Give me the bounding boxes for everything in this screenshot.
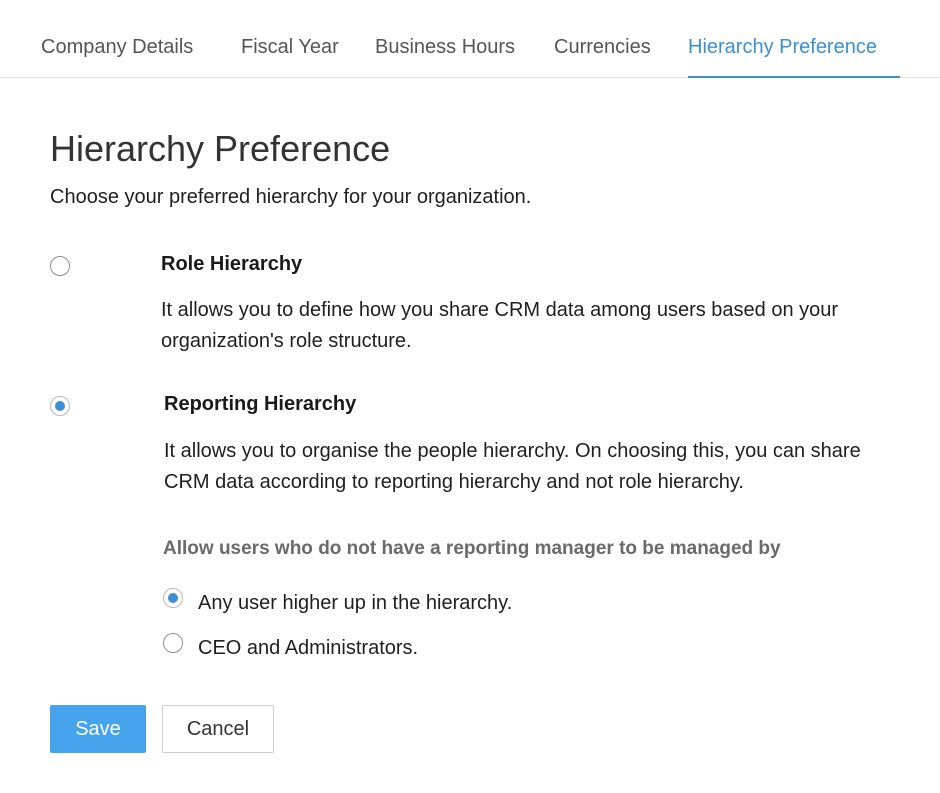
tab-currencies[interactable]: Currencies bbox=[554, 36, 651, 78]
page-title: Hierarchy Preference bbox=[50, 128, 391, 169]
page-subtitle: Choose your preferred hierarchy for your… bbox=[50, 186, 532, 208]
role-hierarchy-label[interactable]: Role Hierarchy bbox=[161, 253, 302, 276]
reporting-hierarchy-description: It allows you to organise the people hie… bbox=[164, 440, 861, 493]
ceo-admins-label[interactable]: CEO and Administrators. bbox=[198, 637, 418, 660]
tab-business-hours[interactable]: Business Hours bbox=[375, 36, 515, 78]
settings-tabs: Company Details Fiscal Year Business Hou… bbox=[0, 0, 940, 78]
reporting-hierarchy-label[interactable]: Reporting Hierarchy bbox=[164, 393, 356, 416]
reporting-hierarchy-radio[interactable] bbox=[50, 396, 70, 416]
ceo-admins-radio[interactable] bbox=[163, 633, 183, 653]
any-higher-user-label[interactable]: Any user higher up in the hierarchy. bbox=[198, 592, 512, 615]
role-hierarchy-radio[interactable] bbox=[50, 256, 70, 276]
tab-fiscal-year[interactable]: Fiscal Year bbox=[241, 36, 339, 78]
cancel-button[interactable]: Cancel bbox=[162, 705, 274, 753]
manager-setting-heading: Allow users who do not have a reporting … bbox=[163, 538, 781, 559]
save-button[interactable]: Save bbox=[50, 705, 146, 753]
settings-page: Company Details Fiscal Year Business Hou… bbox=[0, 0, 940, 793]
tab-hierarchy-preference[interactable]: Hierarchy Preference bbox=[688, 36, 900, 78]
any-higher-user-radio[interactable] bbox=[163, 588, 183, 608]
role-hierarchy-description: It allows you to define how you share CR… bbox=[161, 299, 839, 352]
tab-company-details[interactable]: Company Details bbox=[41, 36, 193, 78]
